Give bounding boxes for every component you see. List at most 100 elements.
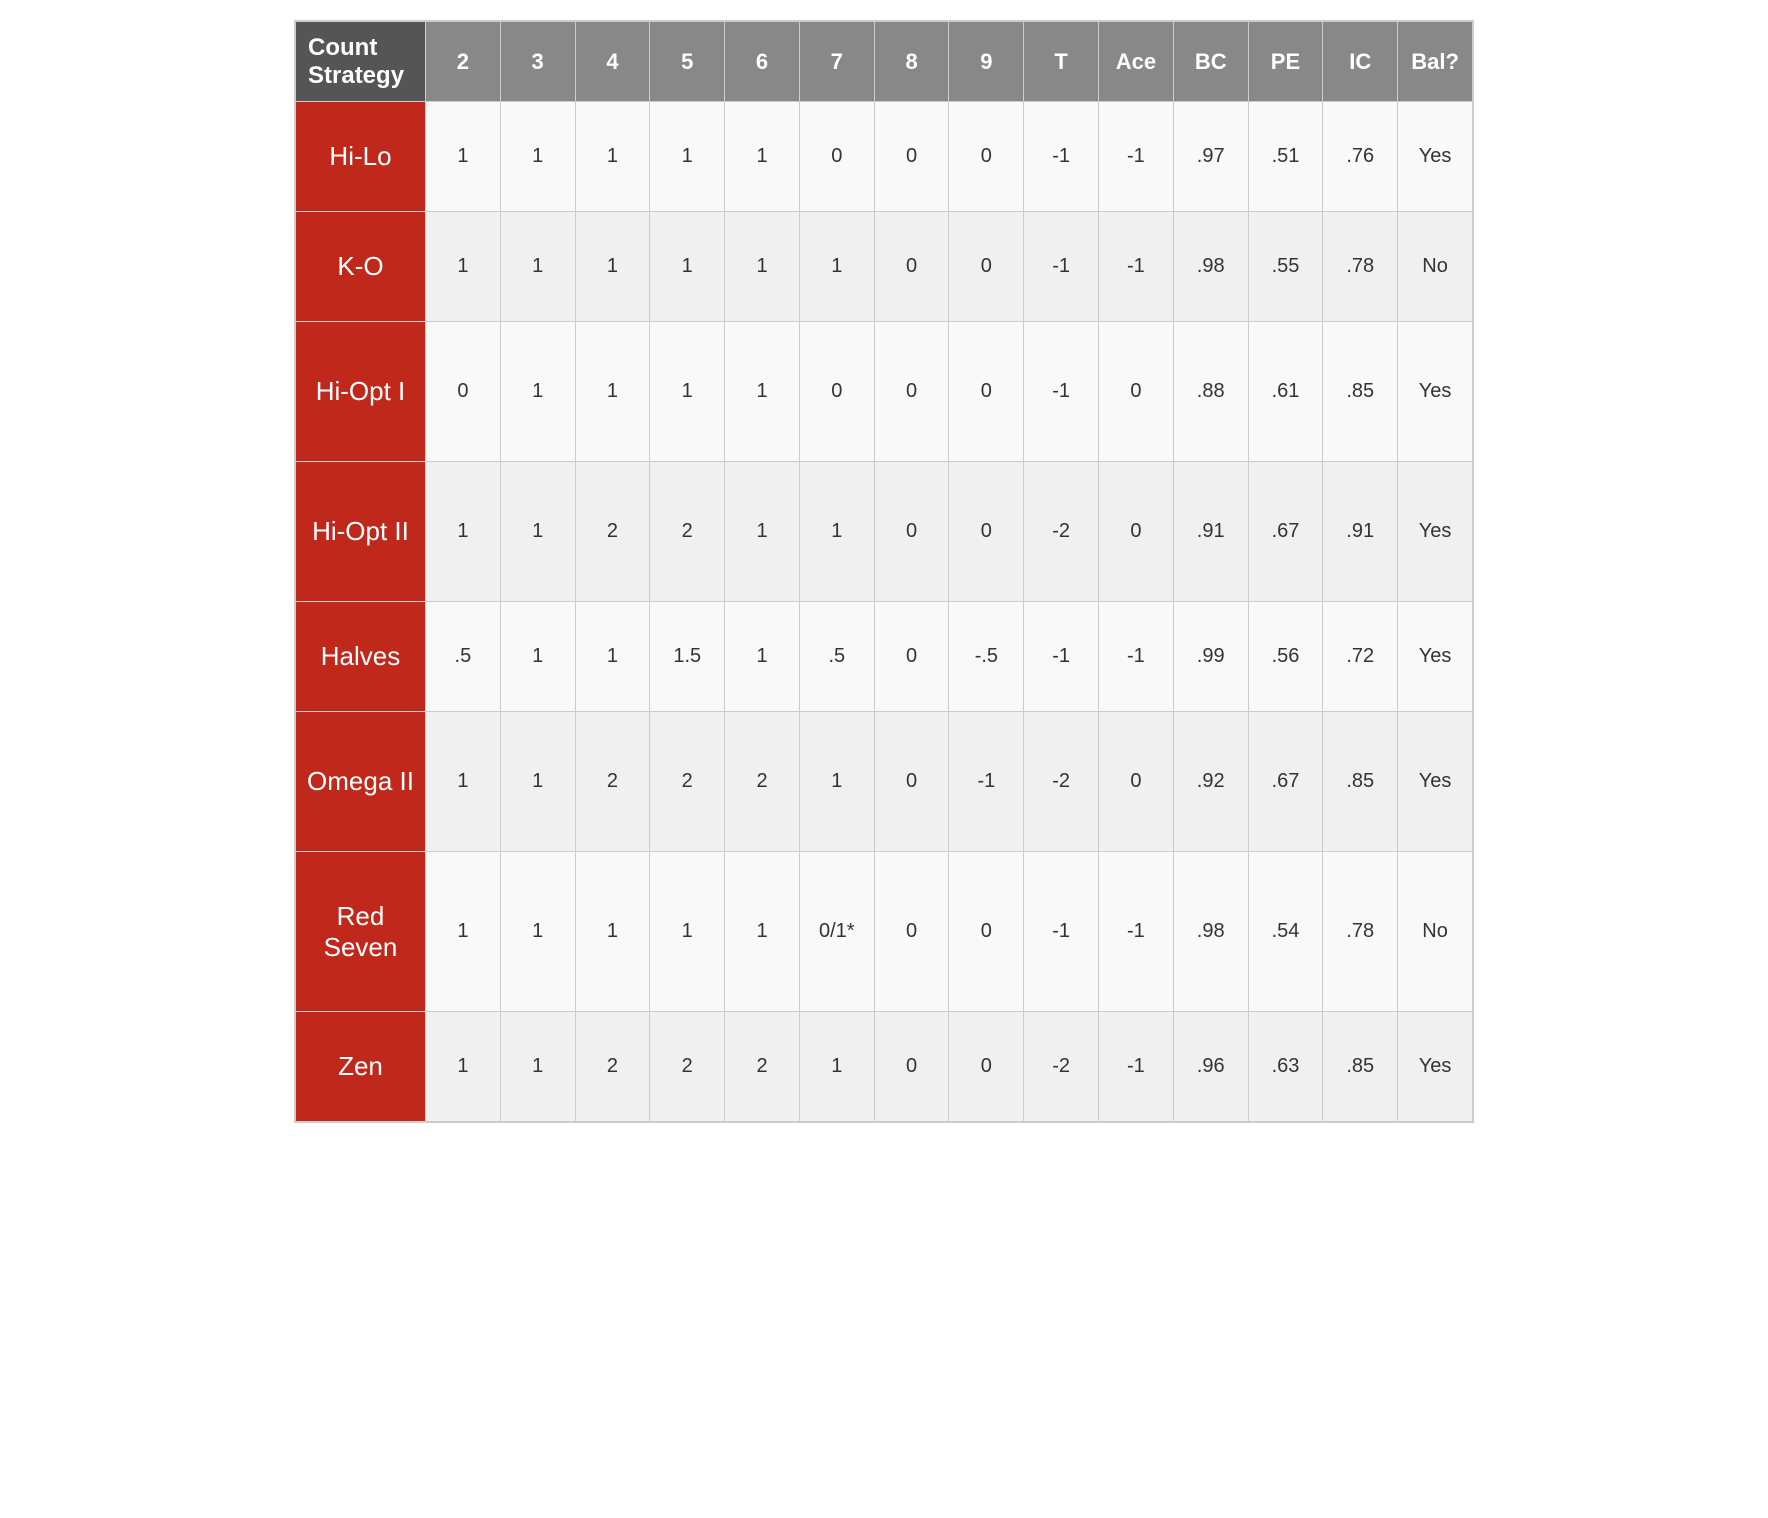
cell-seven: 0 xyxy=(799,102,874,212)
cell-ace: -1 xyxy=(1099,602,1174,712)
table-row: K-O11111100-1-1.98.55.78No xyxy=(296,212,1473,322)
cell-pe: .55 xyxy=(1248,212,1323,322)
cell-six: 1 xyxy=(725,212,800,322)
cell-six: 1 xyxy=(725,102,800,212)
cell-ten: -1 xyxy=(1024,852,1099,1012)
cell-seven: 1 xyxy=(799,1012,874,1122)
cell-nine: 0 xyxy=(949,1012,1024,1122)
cell-bc: .88 xyxy=(1173,322,1248,462)
cell-six: 1 xyxy=(725,852,800,1012)
cell-three: 1 xyxy=(500,102,575,212)
cell-ic: .78 xyxy=(1323,852,1398,1012)
cell-bc: .98 xyxy=(1173,852,1248,1012)
cell-bal: Yes xyxy=(1398,712,1473,852)
cell-pe: .54 xyxy=(1248,852,1323,1012)
cell-five: 2 xyxy=(650,1012,725,1122)
table-row: Hi-Lo11111000-1-1.97.51.76Yes xyxy=(296,102,1473,212)
cell-eight: 0 xyxy=(874,602,949,712)
col-header-ace: Ace xyxy=(1099,22,1174,102)
cell-ic: .76 xyxy=(1323,102,1398,212)
cell-strategy: Red Seven xyxy=(296,852,426,1012)
table-row: Halves.5111.51.50-.5-1-1.99.56.72Yes xyxy=(296,602,1473,712)
col-header-7: 7 xyxy=(799,22,874,102)
cell-pe: .67 xyxy=(1248,712,1323,852)
cell-six: 1 xyxy=(725,602,800,712)
cell-strategy: Hi-Lo xyxy=(296,102,426,212)
cell-ten: -2 xyxy=(1024,1012,1099,1122)
cell-three: 1 xyxy=(500,852,575,1012)
cell-three: 1 xyxy=(500,322,575,462)
cell-ten: -2 xyxy=(1024,712,1099,852)
cell-seven: 1 xyxy=(799,712,874,852)
cell-ace: 0 xyxy=(1099,322,1174,462)
header-row: Count Strategy 2 3 4 5 6 7 8 9 T Ace BC … xyxy=(296,22,1473,102)
cell-ace: 0 xyxy=(1099,462,1174,602)
cell-eight: 0 xyxy=(874,1012,949,1122)
col-header-8: 8 xyxy=(874,22,949,102)
cell-strategy: Hi-Opt II xyxy=(296,462,426,602)
cell-four: 1 xyxy=(575,602,650,712)
cell-ten: -1 xyxy=(1024,322,1099,462)
cell-bal: No xyxy=(1398,852,1473,1012)
cell-nine: 0 xyxy=(949,212,1024,322)
cell-ic: .91 xyxy=(1323,462,1398,602)
cell-ace: -1 xyxy=(1099,102,1174,212)
cell-ic: .72 xyxy=(1323,602,1398,712)
cell-strategy: Omega II xyxy=(296,712,426,852)
cell-bc: .96 xyxy=(1173,1012,1248,1122)
cell-two: 1 xyxy=(426,462,501,602)
cell-strategy: K-O xyxy=(296,212,426,322)
cell-three: 1 xyxy=(500,1012,575,1122)
cell-pe: .51 xyxy=(1248,102,1323,212)
cell-bal: Yes xyxy=(1398,602,1473,712)
cell-five: 1.5 xyxy=(650,602,725,712)
cell-pe: .67 xyxy=(1248,462,1323,602)
cell-bc: .98 xyxy=(1173,212,1248,322)
cell-five: 1 xyxy=(650,322,725,462)
col-header-ic: IC xyxy=(1323,22,1398,102)
cell-ten: -2 xyxy=(1024,462,1099,602)
col-header-5: 5 xyxy=(650,22,725,102)
cell-six: 1 xyxy=(725,462,800,602)
cell-nine: 0 xyxy=(949,322,1024,462)
cell-ic: .85 xyxy=(1323,1012,1398,1122)
cell-bc: .97 xyxy=(1173,102,1248,212)
cell-three: 1 xyxy=(500,462,575,602)
cell-nine: 0 xyxy=(949,102,1024,212)
cell-five: 2 xyxy=(650,712,725,852)
cell-ic: .85 xyxy=(1323,712,1398,852)
cell-strategy: Halves xyxy=(296,602,426,712)
cell-four: 1 xyxy=(575,212,650,322)
cell-eight: 0 xyxy=(874,212,949,322)
cell-ace: 0 xyxy=(1099,712,1174,852)
cell-six: 2 xyxy=(725,712,800,852)
cell-five: 1 xyxy=(650,102,725,212)
cell-five: 1 xyxy=(650,212,725,322)
cell-four: 1 xyxy=(575,322,650,462)
cell-ic: .85 xyxy=(1323,322,1398,462)
cell-four: 1 xyxy=(575,102,650,212)
col-header-3: 3 xyxy=(500,22,575,102)
cell-two: 0 xyxy=(426,322,501,462)
col-header-T: T xyxy=(1024,22,1099,102)
cell-ic: .78 xyxy=(1323,212,1398,322)
cell-three: 1 xyxy=(500,212,575,322)
cell-ace: -1 xyxy=(1099,852,1174,1012)
cell-eight: 0 xyxy=(874,322,949,462)
col-header-bal: Bal? xyxy=(1398,22,1473,102)
table-row: Hi-Opt I01111000-10.88.61.85Yes xyxy=(296,322,1473,462)
cell-three: 1 xyxy=(500,712,575,852)
col-header-6: 6 xyxy=(725,22,800,102)
cell-seven: 1 xyxy=(799,212,874,322)
cell-five: 2 xyxy=(650,462,725,602)
cell-two: 1 xyxy=(426,212,501,322)
cell-six: 2 xyxy=(725,1012,800,1122)
cell-bal: Yes xyxy=(1398,462,1473,602)
cell-strategy: Zen xyxy=(296,1012,426,1122)
cell-bal: No xyxy=(1398,212,1473,322)
table-row: Zen11222100-2-1.96.63.85Yes xyxy=(296,1012,1473,1122)
cell-four: 1 xyxy=(575,852,650,1012)
cell-bc: .91 xyxy=(1173,462,1248,602)
cell-bal: Yes xyxy=(1398,322,1473,462)
cell-two: 1 xyxy=(426,712,501,852)
